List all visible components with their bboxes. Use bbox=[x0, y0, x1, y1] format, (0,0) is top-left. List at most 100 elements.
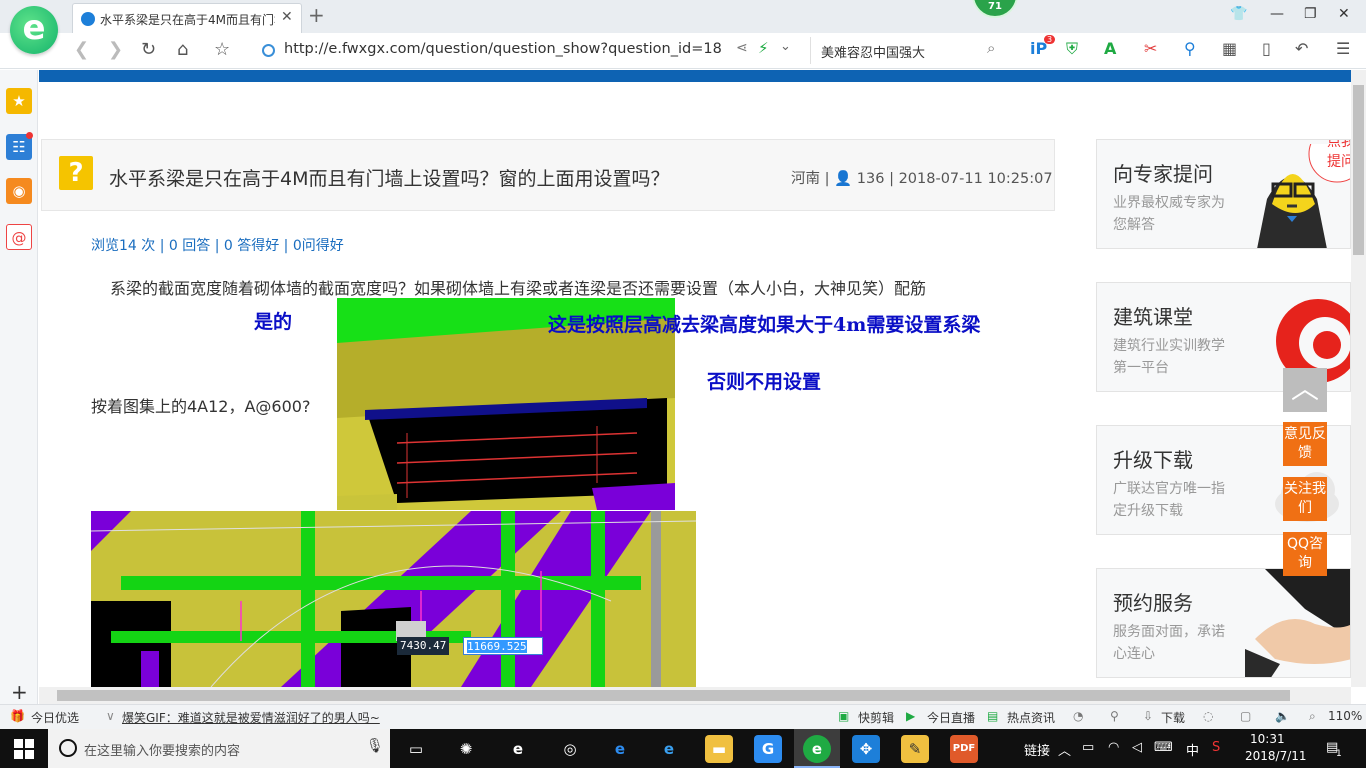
handshake-icon bbox=[1245, 569, 1350, 677]
glodon-app-icon[interactable]: G bbox=[754, 735, 782, 763]
horizontal-scroll-thumb[interactable] bbox=[57, 690, 1290, 701]
mute-icon[interactable]: 🔈 bbox=[1275, 709, 1290, 723]
search-box[interactable]: 美难容忍中国强大 ⌕ bbox=[810, 37, 1010, 64]
search-icon[interactable]: ⌕ bbox=[987, 39, 995, 57]
sogou-icon[interactable]: S bbox=[1212, 740, 1220, 755]
clock-time[interactable]: 10:31 bbox=[1250, 732, 1285, 746]
follow-us-button[interactable]: 关注我们 bbox=[1283, 477, 1327, 521]
weibo-icon[interactable]: ◉ bbox=[6, 178, 32, 204]
ie-edge-icon[interactable]: e bbox=[504, 735, 532, 763]
clock-date[interactable]: 2018/7/11 bbox=[1245, 749, 1307, 763]
tray-chevron-icon[interactable]: ︿ bbox=[1058, 740, 1071, 759]
undo-icon[interactable]: ↶ bbox=[1295, 40, 1308, 58]
card-ask-expert[interactable]: 向专家提问 业界最权威专家为您解答 点我提问 bbox=[1096, 139, 1351, 249]
lightning-icon[interactable]: ⚡ bbox=[758, 39, 769, 57]
close-window-icon[interactable]: ✕ bbox=[1338, 6, 1350, 22]
speed-badge[interactable]: 71 bbox=[972, 0, 1018, 18]
share-icon[interactable]: ⋖ bbox=[736, 40, 748, 56]
notification-count: 1 bbox=[1336, 749, 1342, 759]
restore-icon[interactable]: ❐ bbox=[1304, 6, 1317, 22]
edge-icon[interactable]: e bbox=[606, 735, 634, 763]
cad-coord-y-value: 11669.525 bbox=[467, 640, 527, 653]
windows-taskbar: 在这里输入你要搜索的内容 🎙 ▭ ✺ e ◎ e e ▬ G e ✥ ✎ PDF… bbox=[0, 729, 1366, 768]
favorites-star-icon[interactable]: ★ bbox=[6, 88, 32, 114]
news-ticker-link[interactable]: 爆笑GIF：难道这就是被爱情滋润好了的男人吗~ bbox=[122, 709, 380, 726]
microphone-icon[interactable]: 🎙 bbox=[366, 738, 384, 754]
speed-icon[interactable]: ◔ bbox=[1073, 709, 1083, 723]
browser-logo[interactable] bbox=[10, 6, 58, 54]
question-stats[interactable]: 浏览14 次 | 0 回答 | 0 答得好 | 0问得好 bbox=[91, 235, 344, 255]
hot-news-link[interactable]: 热点资讯 bbox=[1007, 709, 1055, 726]
vertical-scroll-thumb[interactable] bbox=[1353, 85, 1364, 255]
move-tool-icon[interactable]: ✥ bbox=[852, 735, 880, 763]
address-bar[interactable]: http://e.fwxgx.com/question/question_sho… bbox=[258, 37, 803, 64]
page-content: ? 水平系梁是只在高于4M而且有门墙上设置吗？窗的上面用设置吗？ 河南 | 👤 … bbox=[39, 70, 1351, 687]
volume-icon[interactable]: ◁ bbox=[1132, 740, 1142, 755]
user-points: 136 bbox=[856, 171, 885, 187]
taskbar-search-input[interactable]: 在这里输入你要搜索的内容 bbox=[84, 740, 240, 759]
add-sidebar-icon[interactable]: + bbox=[11, 680, 28, 704]
zoom-icon[interactable]: ⌕ bbox=[1309, 709, 1316, 724]
forward-icon[interactable]: ❯ bbox=[108, 39, 123, 61]
download-icon[interactable]: ⇩ bbox=[1143, 709, 1153, 723]
refresh-icon[interactable]: ↻ bbox=[141, 39, 156, 61]
tab-bar: 水平系梁是只在高于4M而且有门墙上设置吗？窗的上面用设置吗？ - 广联达服务新干… bbox=[0, 0, 1366, 54]
ime-indicator[interactable]: 中 bbox=[1186, 740, 1199, 759]
ask-bubble[interactable]: 点我提问 bbox=[1327, 140, 1350, 172]
favorite-star-icon[interactable]: ☆ bbox=[214, 39, 230, 61]
back-icon[interactable]: ❮ bbox=[74, 39, 89, 61]
window-icon[interactable]: ▢ bbox=[1240, 709, 1251, 723]
tab-favicon-icon bbox=[81, 12, 95, 26]
zoom-level[interactable]: 110% bbox=[1328, 709, 1362, 723]
new-tab-button[interactable]: + bbox=[308, 4, 325, 26]
download-link[interactable]: 下载 bbox=[1161, 709, 1185, 726]
region[interactable]: 河南 bbox=[791, 171, 820, 187]
back-to-top-button[interactable]: ︿ bbox=[1283, 368, 1327, 412]
translate-icon[interactable]: A bbox=[1104, 40, 1116, 58]
url-text[interactable]: http://e.fwxgx.com/question/question_sho… bbox=[284, 41, 722, 57]
active-browser-icon[interactable]: e bbox=[803, 735, 831, 763]
pinwheel-app-icon[interactable]: ✺ bbox=[452, 735, 480, 763]
wifi-icon[interactable]: ◠ bbox=[1108, 740, 1119, 755]
cad-coord-x[interactable]: 7430.47 bbox=[397, 637, 450, 655]
quick-clip-link[interactable]: 快剪辑 bbox=[858, 709, 894, 726]
file-explorer-icon[interactable]: ▬ bbox=[705, 735, 733, 763]
magnifier-icon[interactable]: ⚲ bbox=[1184, 40, 1196, 58]
internet-explorer-icon[interactable]: e bbox=[655, 735, 683, 763]
vertical-scrollbar[interactable] bbox=[1351, 70, 1366, 687]
shield-icon[interactable]: ⛨ bbox=[1066, 40, 1078, 58]
tab-close-icon[interactable]: ✕ bbox=[281, 9, 293, 25]
browser-app-icon[interactable]: ◎ bbox=[556, 735, 584, 763]
clean-icon[interactable]: ◌ bbox=[1203, 709, 1213, 723]
scissors-icon[interactable]: ✂ bbox=[1144, 40, 1157, 58]
pdf-app-icon[interactable]: PDF bbox=[950, 735, 978, 763]
qq-consult-button[interactable]: QQ咨询 bbox=[1283, 532, 1327, 576]
search-input[interactable]: 美难容忍中国强大 bbox=[821, 42, 925, 61]
apps-grid-icon[interactable]: ▦ bbox=[1222, 40, 1237, 58]
minimize-icon[interactable]: — bbox=[1270, 6, 1284, 22]
horizontal-scrollbar[interactable] bbox=[39, 687, 1351, 704]
home-icon[interactable]: ⌂ bbox=[177, 39, 188, 61]
pin-icon[interactable]: ⚲ bbox=[1110, 709, 1119, 723]
task-view-icon[interactable]: ▭ bbox=[402, 735, 430, 763]
tray-link[interactable]: 链接 bbox=[1024, 740, 1050, 759]
card-appointment[interactable]: 预约服务 服务面对面，承诺心连心 bbox=[1096, 568, 1351, 678]
keyboard-icon[interactable]: ⌨ bbox=[1154, 740, 1173, 755]
notes-app-icon[interactable]: ✎ bbox=[901, 735, 929, 763]
taskbar-search-box[interactable]: 在这里输入你要搜索的内容 🎙 bbox=[48, 729, 390, 768]
news-icon: ▤ bbox=[987, 709, 999, 723]
feedback-button[interactable]: 意见反馈 bbox=[1283, 422, 1327, 466]
chevron-down-icon[interactable]: ⌄ bbox=[780, 39, 791, 54]
menu-icon[interactable]: ☰ bbox=[1336, 40, 1350, 58]
windows-start-icon[interactable] bbox=[14, 739, 34, 759]
question-mark-icon: ? bbox=[59, 156, 93, 190]
tablet-icon[interactable]: ▯ bbox=[1262, 40, 1271, 58]
cad-coord-y[interactable]: 11669.525 bbox=[463, 637, 543, 655]
skin-icon[interactable]: 👕 bbox=[1230, 6, 1247, 22]
today-picks-link[interactable]: 今日优选 bbox=[31, 709, 79, 726]
tab-active[interactable]: 水平系梁是只在高于4M而且有门墙上设置吗？窗的上面用设置吗？ - 广联达服务新干… bbox=[72, 3, 302, 33]
email-icon[interactable]: @ bbox=[6, 224, 32, 250]
cortana-icon bbox=[59, 739, 77, 757]
battery-icon[interactable]: ▭ bbox=[1082, 740, 1094, 755]
today-live-link[interactable]: 今日直播 bbox=[927, 709, 975, 726]
